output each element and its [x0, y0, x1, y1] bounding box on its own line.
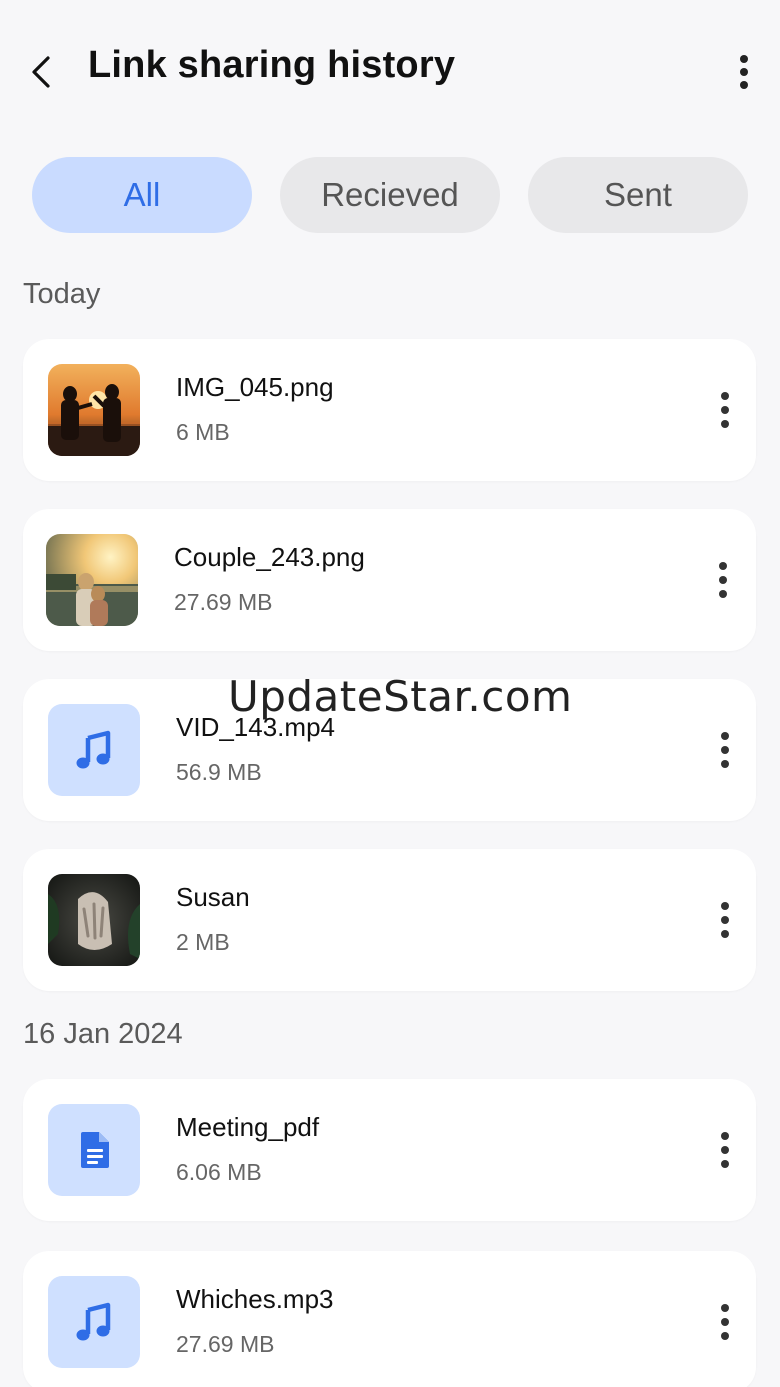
file-size: 27.69 MB	[174, 589, 273, 615]
tab-all[interactable]: All	[32, 157, 252, 233]
more-vertical-icon	[721, 392, 729, 428]
list-item[interactable]: Susan 2 MB	[23, 849, 756, 991]
item-more-button[interactable]	[703, 556, 743, 604]
section-label-date: 16 Jan 2024	[23, 1018, 183, 1050]
page-title: Link sharing history	[88, 44, 456, 86]
audio-file-tile	[48, 704, 140, 796]
file-name: Whiches.mp3	[176, 1284, 334, 1314]
app-bar: Link sharing history	[0, 0, 780, 140]
tab-received[interactable]: Recieved	[280, 157, 500, 233]
file-size: 56.9 MB	[176, 759, 262, 785]
more-vertical-icon	[721, 732, 729, 768]
filter-tabs: All Recieved Sent	[32, 157, 748, 233]
section-label-today: Today	[23, 278, 101, 310]
file-size: 6 MB	[176, 419, 230, 445]
music-note-icon	[76, 730, 111, 769]
more-vertical-icon	[721, 1304, 729, 1340]
document-file-tile	[48, 1104, 140, 1196]
file-size: 27.69 MB	[176, 1331, 275, 1357]
audio-file-tile	[48, 1276, 140, 1368]
file-size: 2 MB	[176, 929, 230, 955]
file-name: Couple_243.png	[174, 542, 365, 572]
item-more-button[interactable]	[705, 1126, 745, 1174]
item-more-button[interactable]	[705, 1298, 745, 1346]
file-size: 6.06 MB	[176, 1159, 262, 1185]
more-vertical-icon	[719, 562, 727, 598]
back-button[interactable]	[18, 48, 66, 96]
file-name: Susan	[176, 882, 250, 912]
tab-sent[interactable]: Sent	[528, 157, 748, 233]
more-vertical-icon	[721, 1132, 729, 1168]
image-thumbnail	[48, 874, 140, 966]
file-name: Meeting_pdf	[176, 1112, 320, 1142]
item-more-button[interactable]	[705, 726, 745, 774]
more-options-button[interactable]	[720, 48, 768, 96]
image-thumbnail	[46, 534, 138, 626]
item-more-button[interactable]	[705, 386, 745, 434]
list-item[interactable]: VID_143.mp4 56.9 MB	[23, 679, 756, 821]
list-item[interactable]: Couple_243.png 27.69 MB	[23, 509, 756, 651]
chevron-left-icon	[32, 56, 50, 88]
image-thumbnail	[48, 364, 140, 456]
document-icon	[81, 1132, 109, 1168]
file-name: IMG_045.png	[176, 372, 334, 402]
item-more-button[interactable]	[705, 896, 745, 944]
music-note-icon	[76, 1302, 111, 1341]
file-name: VID_143.mp4	[176, 712, 335, 742]
list-item[interactable]: Whiches.mp3 27.69 MB	[23, 1251, 756, 1387]
list-item[interactable]: IMG_045.png 6 MB	[23, 339, 756, 481]
more-vertical-icon	[721, 902, 729, 938]
list-item[interactable]: Meeting_pdf 6.06 MB	[23, 1079, 756, 1221]
link-sharing-history-screen: Link sharing history All Recieved Sent T…	[0, 0, 780, 1387]
more-vertical-icon	[740, 55, 748, 89]
